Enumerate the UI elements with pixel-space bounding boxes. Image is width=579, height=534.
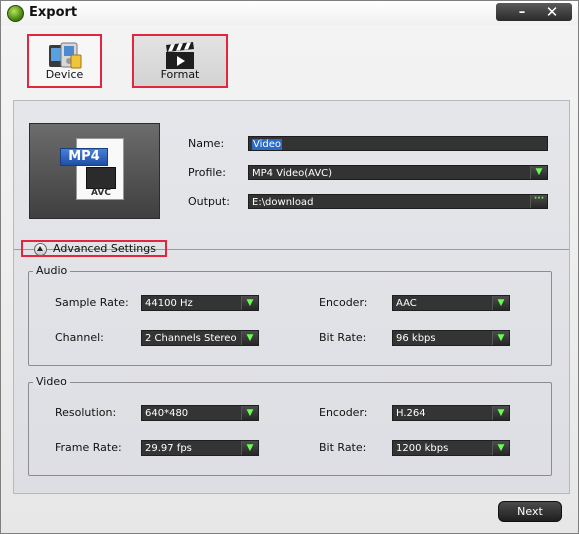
video-encoder-select[interactable]: H.264 ▼: [392, 405, 510, 421]
audio-bit-rate-value: 96 kbps: [396, 333, 436, 344]
avc-label: AVC: [91, 188, 111, 198]
format-panel: MP4 AVC Name: Video Profile: MP4 Video(A…: [13, 100, 570, 494]
minimize-button[interactable]: –: [512, 5, 532, 20]
output-input[interactable]: E:\download ···: [248, 194, 548, 209]
frame-rate-label: Frame Rate:: [55, 441, 122, 454]
window-title: Export: [29, 5, 78, 20]
sample-rate-label: Sample Rate:: [55, 296, 129, 309]
advanced-settings-toggle[interactable]: Advanced Settings: [53, 242, 156, 255]
mp4-badge: MP4: [60, 148, 108, 166]
channel-value: 2 Channels Stereo: [145, 333, 237, 344]
resolution-label: Resolution:: [55, 406, 117, 419]
browse-button[interactable]: ···: [530, 195, 547, 208]
video-bit-rate-select[interactable]: 1200 kbps ▼: [392, 440, 510, 456]
frame-rate-value: 29.97 fps: [145, 443, 192, 454]
video-group-title: Video: [33, 375, 70, 388]
name-value: Video: [252, 139, 283, 150]
video-group: Video Resolution: 640*480 ▼ Encoder: H.2…: [28, 375, 552, 476]
name-input[interactable]: Video: [248, 136, 548, 151]
film-strip-icon: [86, 167, 116, 189]
chevron-down-icon[interactable]: ▼: [241, 441, 258, 455]
output-label: Output:: [188, 195, 230, 208]
chevron-down-icon[interactable]: ▼: [492, 406, 509, 420]
profile-label: Profile:: [188, 166, 226, 179]
audio-group: Audio Sample Rate: 44100 Hz ▼ Encoder: A…: [28, 264, 552, 366]
audio-bit-rate-select[interactable]: 96 kbps ▼: [392, 330, 510, 346]
sample-rate-select[interactable]: 44100 Hz ▼: [141, 295, 259, 311]
video-bit-rate-label: Bit Rate:: [319, 441, 367, 454]
export-window: Export – ✕ Device Format MP4 AVC Name: V…: [0, 0, 579, 534]
name-label: Name:: [188, 137, 225, 150]
tab-format-label: Format: [160, 68, 200, 81]
window-controls: – ✕: [496, 3, 572, 21]
channel-select[interactable]: 2 Channels Stereo ▼: [141, 330, 259, 346]
chevron-down-icon[interactable]: ▼: [492, 441, 509, 455]
chevron-down-icon[interactable]: ▼: [492, 296, 509, 310]
chevron-down-icon[interactable]: ▼: [530, 166, 547, 179]
audio-encoder-label: Encoder:: [319, 296, 368, 309]
audio-group-title: Audio: [33, 264, 71, 277]
profile-select[interactable]: MP4 Video(AVC) ▼: [248, 165, 548, 180]
chevron-down-icon[interactable]: ▼: [492, 331, 509, 345]
profile-value: MP4 Video(AVC): [252, 168, 333, 179]
tab-format[interactable]: Format: [132, 34, 228, 88]
sample-rate-value: 44100 Hz: [145, 298, 193, 309]
tab-device[interactable]: Device: [27, 34, 102, 88]
next-button[interactable]: Next: [498, 501, 562, 522]
title-bar: Export – ✕: [1, 1, 578, 25]
mp4-file-icon: MP4 AVC: [29, 123, 160, 219]
channel-label: Channel:: [55, 331, 104, 344]
output-value: E:\download: [252, 197, 314, 208]
video-bit-rate-value: 1200 kbps: [396, 443, 449, 454]
frame-rate-select[interactable]: 29.97 fps ▼: [141, 440, 259, 456]
chevron-down-icon[interactable]: ▼: [241, 406, 258, 420]
audio-encoder-value: AAC: [396, 298, 417, 309]
app-icon: [7, 5, 24, 22]
chevron-down-icon[interactable]: ▼: [241, 296, 258, 310]
video-encoder-value: H.264: [396, 408, 426, 419]
close-button[interactable]: ✕: [542, 3, 562, 21]
video-encoder-label: Encoder:: [319, 406, 368, 419]
resolution-value: 640*480: [145, 408, 189, 419]
resolution-select[interactable]: 640*480 ▼: [141, 405, 259, 421]
chevron-down-icon[interactable]: ▼: [241, 331, 258, 345]
audio-encoder-select[interactable]: AAC ▼: [392, 295, 510, 311]
tab-device-label: Device: [45, 68, 84, 81]
collapse-icon[interactable]: [34, 243, 47, 256]
audio-bit-rate-label: Bit Rate:: [319, 331, 367, 344]
